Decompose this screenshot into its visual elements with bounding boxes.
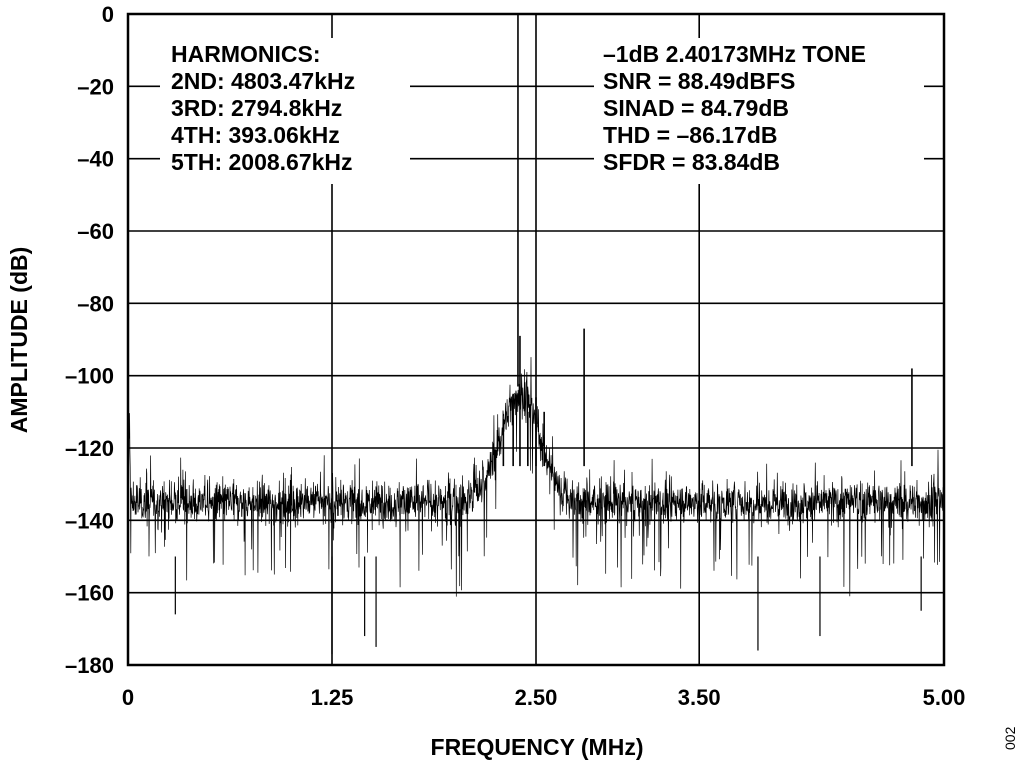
sfdr-label: SFDR = 83.84dB xyxy=(603,149,780,175)
harmonics-title: HARMONICS: xyxy=(171,41,321,67)
figure-id: 002 xyxy=(1002,726,1018,750)
thd-label: THD = –86.17dB xyxy=(603,122,778,148)
x-tick-label: 1.25 xyxy=(311,685,354,710)
y-tick-label: –140 xyxy=(65,508,114,533)
harmonic-5th: 5TH: 2008.67kHz xyxy=(171,149,353,175)
harmonic-3rd: 3RD: 2794.8kHz xyxy=(171,95,342,121)
y-tick-label: –180 xyxy=(65,653,114,678)
y-tick-label: –160 xyxy=(65,581,114,606)
x-tick-label: 2.50 xyxy=(515,685,558,710)
tone-label: –1dB 2.40173MHz TONE xyxy=(603,41,866,67)
y-tick-label: –20 xyxy=(77,74,114,99)
x-tick-label: 3.50 xyxy=(678,685,721,710)
y-tick-label: –40 xyxy=(77,147,114,172)
y-axis-label: AMPLITUDE (dB) xyxy=(6,247,32,434)
x-tick-label: 5.00 xyxy=(923,685,966,710)
spectrum-chart: 0 –20 –40 –60 –80 –100 –120 –140 –160 –180 0 1.25 2… xyxy=(0,0,1024,766)
sinad-label: SINAD = 84.79dB xyxy=(603,95,789,121)
harmonic-2nd: 2ND: 4803.47kHz xyxy=(171,68,355,94)
y-tick-label: –120 xyxy=(65,436,114,461)
y-tick-label: –100 xyxy=(65,364,114,389)
x-axis-label: FREQUENCY (MHz) xyxy=(431,734,644,760)
x-tick-label: 0 xyxy=(122,685,134,710)
y-tick-label: 0 xyxy=(102,2,114,27)
snr-label: SNR = 88.49dBFS xyxy=(603,68,795,94)
harmonic-4th: 4TH: 393.06kHz xyxy=(171,122,340,148)
spectrum-plot-svg: 0 –20 –40 –60 –80 –100 –120 –140 –160 –180 0 1.25 2… xyxy=(0,0,1024,766)
y-tick-label: –60 xyxy=(77,219,114,244)
y-tick-label: –80 xyxy=(77,291,114,316)
